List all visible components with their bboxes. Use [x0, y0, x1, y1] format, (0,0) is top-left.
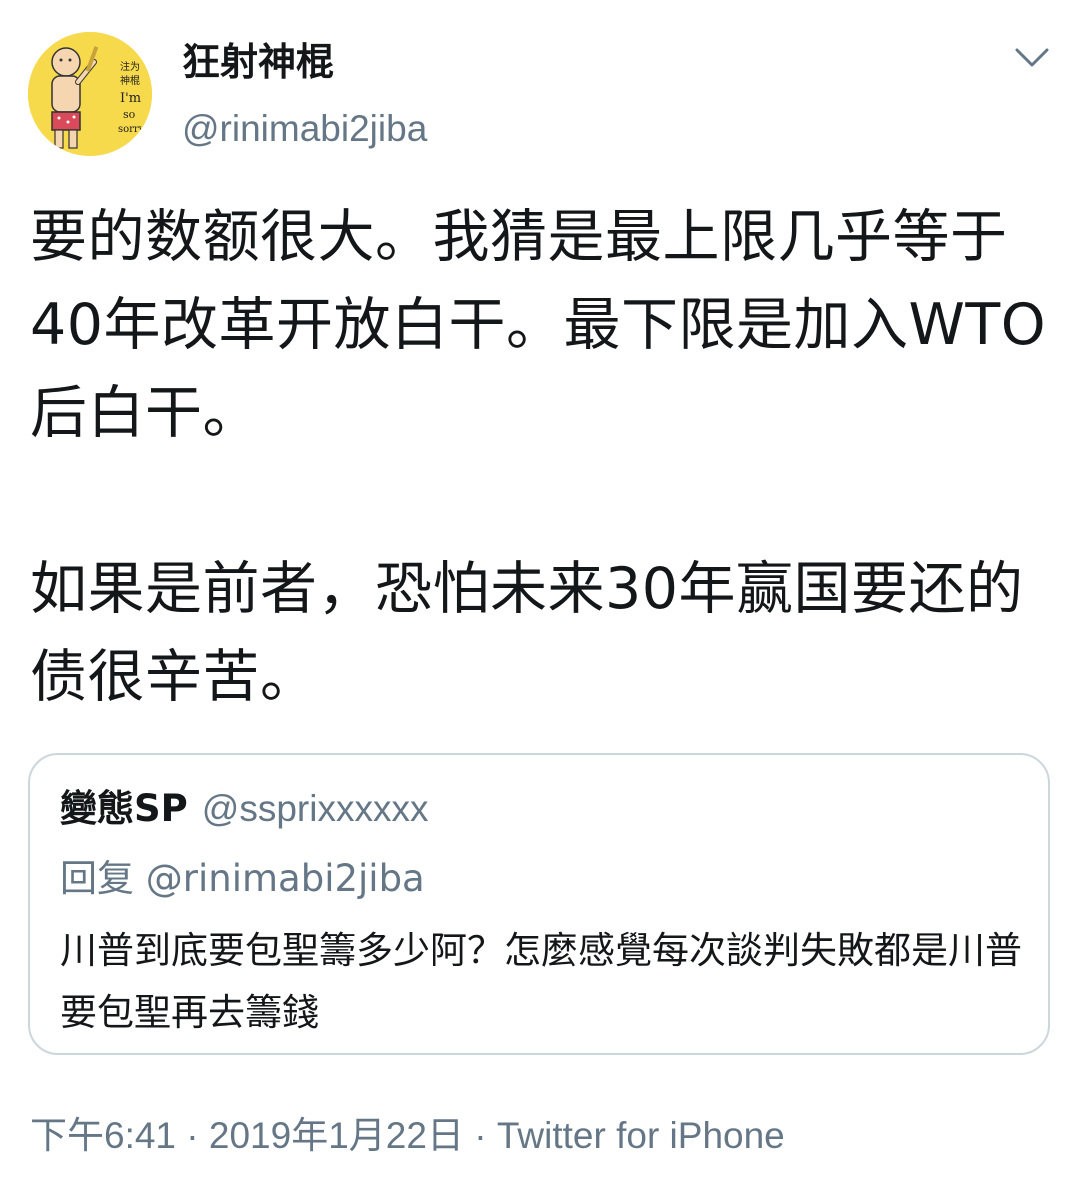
- reply-prefix: 回复: [60, 857, 134, 900]
- avatar[interactable]: 注为 神棍 I'm so sorry: [28, 32, 152, 156]
- tweet-source[interactable]: Twitter for iPhone: [497, 1115, 785, 1156]
- tweet-author[interactable]: 狂射神棍 @rinimabi2jiba: [182, 38, 427, 152]
- tweet-time[interactable]: 下午6:41: [30, 1115, 176, 1156]
- avatar-text-2: 神棍: [120, 74, 140, 87]
- tweet-meta: 下午6:41 · 2019年1月22日 · Twitter for iPhone: [30, 1112, 785, 1160]
- tweet-date[interactable]: 2019年1月22日: [209, 1115, 464, 1156]
- avatar-text-5: sorry: [118, 124, 145, 135]
- avatar-text-4: so: [123, 108, 136, 121]
- quoted-tweet-header: 變態SP @ssprixxxxxx: [60, 785, 428, 833]
- quoted-author-handle: @ssprixxxxxx: [201, 788, 429, 829]
- chevron-down-icon[interactable]: [1014, 44, 1050, 72]
- quoted-tweet[interactable]: 變態SP @ssprixxxxxx 回复 @rinimabi2jiba 川普到底要…: [28, 753, 1050, 1055]
- quoted-author-name: 變態SP: [60, 787, 188, 830]
- meta-separator: ·: [474, 1115, 487, 1156]
- quoted-tweet-text: 川普到底要包聖籌多少阿？怎麼感覺每次談判失敗都是川普要包聖再去籌錢: [60, 929, 1022, 1034]
- avatar-text-3: I'm: [120, 91, 141, 106]
- author-display-name[interactable]: 狂射神棍: [182, 38, 427, 86]
- author-handle[interactable]: @rinimabi2jiba: [182, 106, 427, 152]
- avatar-text-1: 注为: [120, 60, 140, 73]
- meta-separator: ·: [186, 1115, 199, 1156]
- reply-to-handle[interactable]: @rinimabi2jiba: [146, 857, 425, 900]
- tweet-text: 要的数额很大。我猜是最上限几乎等于40年改革开放白干。最下限是加入WTO后白干。…: [30, 204, 1047, 710]
- avatar-illustration: 注为 神棍 I'm so sorry: [28, 32, 152, 156]
- quoted-reply-context: 回复 @rinimabi2jiba: [60, 855, 425, 903]
